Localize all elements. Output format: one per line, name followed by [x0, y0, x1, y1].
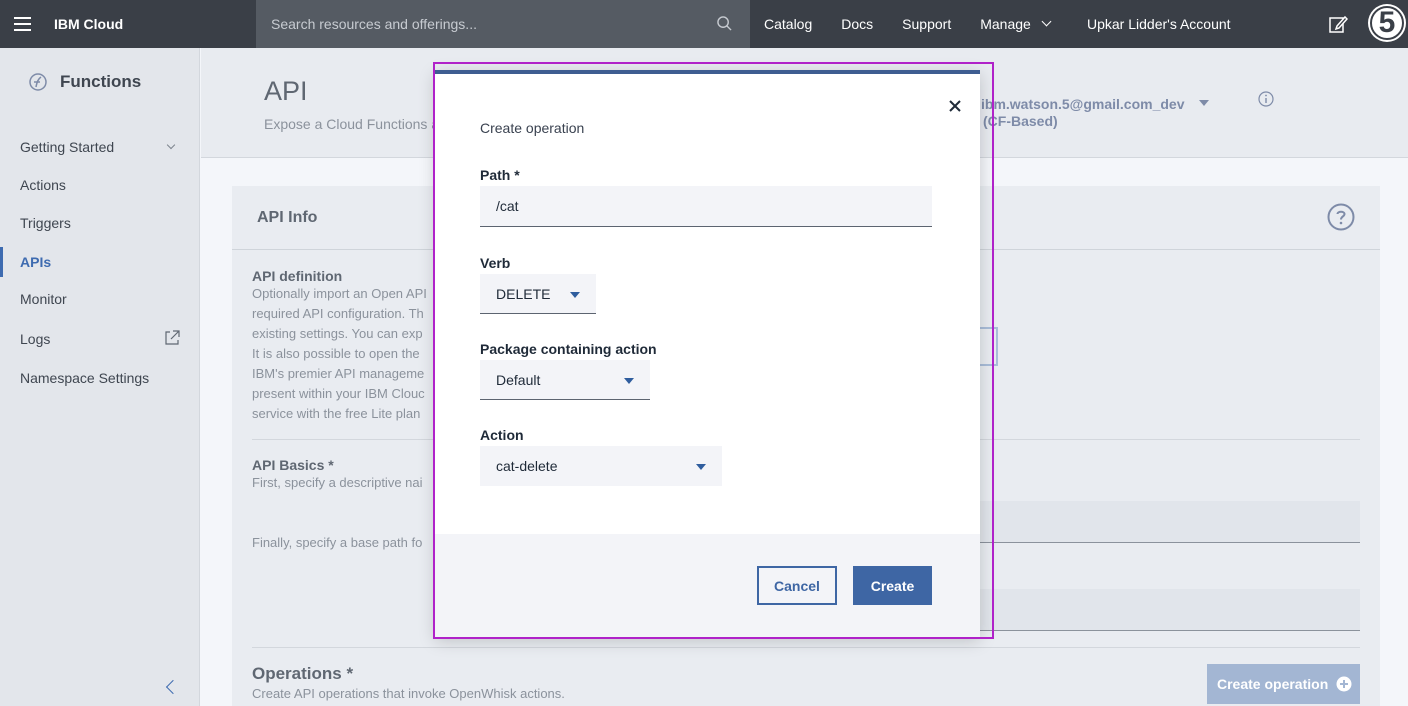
top-nav: Catalog Docs Support Manage: [764, 0, 1079, 48]
namespace-selector[interactable]: ibm.watson.5@gmail.com_dev: [981, 96, 1185, 112]
sidebar-item-actions[interactable]: Actions: [0, 170, 200, 200]
sidebar-item-apis[interactable]: APIs: [0, 247, 200, 277]
sidebar-item-label: Monitor: [20, 291, 67, 307]
sidebar-title-label: Functions: [60, 72, 142, 91]
collapse-sidebar-icon[interactable]: [165, 679, 181, 695]
page-subtitle: Expose a Cloud Functions a: [264, 116, 440, 132]
api-definition-title: API definition: [252, 268, 343, 284]
text-line: It is also possible to open the: [252, 346, 420, 361]
create-operation-label: Create operation: [1217, 676, 1329, 692]
card-title: API Info: [257, 209, 318, 226]
sidebar: Functions Getting Started Actions Trigge…: [0, 48, 200, 706]
create-operation-button[interactable]: Create operation: [1207, 664, 1360, 704]
api-basics-title: API Basics *: [252, 457, 334, 473]
search-input[interactable]: Search resources and offerings...: [256, 0, 750, 48]
nav-docs[interactable]: Docs: [841, 16, 873, 32]
text-line: Optionally import an Open API: [252, 286, 427, 301]
chevron-down-icon: [166, 140, 176, 150]
modal-highlight-outline: [433, 62, 994, 639]
avatar[interactable]: 5: [1370, 6, 1404, 40]
text-line: required API configuration. Th: [252, 306, 424, 321]
sidebar-item-label: Logs: [20, 331, 51, 347]
chevron-down-icon: [1041, 16, 1052, 27]
api-definition-text: Optionally import an Open API required A…: [252, 284, 427, 424]
external-link-icon: [165, 330, 180, 345]
text-line: service with the free Lite plan: [252, 406, 421, 421]
sidebar-item-label: APIs: [20, 254, 52, 270]
operations-title: Operations *: [252, 664, 354, 683]
base-path-input[interactable]: [980, 589, 1360, 631]
base-path-text: Finally, specify a base path fo: [252, 535, 423, 550]
sidebar-item-triggers[interactable]: Triggers: [0, 208, 200, 238]
sidebar-title[interactable]: Functions: [28, 72, 141, 92]
account-switcher[interactable]: Upkar Lidder's Account: [1087, 16, 1231, 32]
sidebar-item-label: Getting Started: [20, 139, 115, 155]
sidebar-item-monitor[interactable]: Monitor: [0, 284, 200, 314]
api-basics-text: First, specify a descriptive nai: [252, 475, 423, 490]
nav-support[interactable]: Support: [902, 16, 951, 32]
functions-logo-icon: [29, 73, 47, 91]
hamburger-menu-icon[interactable]: [0, 0, 44, 48]
top-bar: IBM Cloud Search resources and offerings…: [0, 0, 1408, 48]
info-icon[interactable]: [1258, 91, 1274, 107]
brand-label[interactable]: IBM Cloud: [44, 16, 256, 32]
text-line: IBM's premier API manageme: [252, 366, 425, 381]
sidebar-item-label: Namespace Settings: [20, 370, 150, 386]
sidebar-item-getting-started[interactable]: Getting Started: [0, 132, 200, 162]
nav-manage-label: Manage: [980, 16, 1031, 32]
sidebar-item-namespace-settings[interactable]: Namespace Settings: [0, 363, 200, 393]
help-icon[interactable]: [1327, 203, 1355, 231]
plus-icon: [1336, 676, 1352, 692]
api-name-input[interactable]: [980, 501, 1360, 543]
search-placeholder: Search resources and offerings...: [271, 16, 477, 32]
divider: [252, 647, 1360, 648]
edit-icon[interactable]: [1328, 14, 1348, 34]
search-icon[interactable]: [717, 16, 732, 31]
sidebar-item-label: Actions: [20, 177, 66, 193]
text-line: present within your IBM Clouc: [252, 386, 425, 401]
nav-manage[interactable]: Manage: [980, 16, 1052, 32]
nav-catalog[interactable]: Catalog: [764, 16, 812, 32]
page-title: API: [264, 76, 308, 106]
namespace-type: (CF-Based): [983, 113, 1058, 129]
operations-subtitle: Create API operations that invoke OpenWh…: [252, 686, 565, 701]
sidebar-item-logs[interactable]: Logs: [0, 324, 200, 354]
text-line: existing settings. You can exp: [252, 326, 423, 341]
caret-down-icon[interactable]: [1199, 100, 1209, 106]
sidebar-item-label: Triggers: [20, 215, 71, 231]
